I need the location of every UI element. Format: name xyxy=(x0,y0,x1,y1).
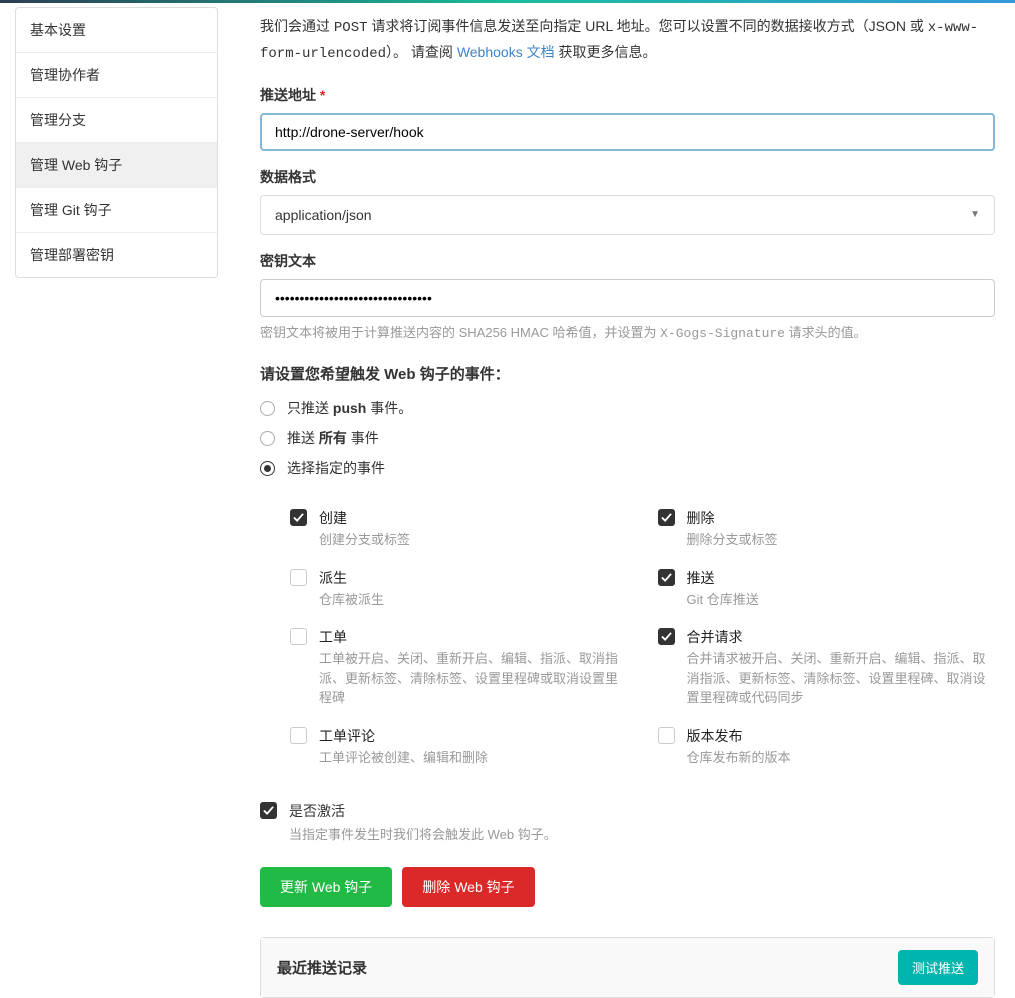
test-push-button[interactable]: 测试推送 xyxy=(898,950,978,985)
field-format: 数据格式 application/json ▼ xyxy=(260,167,995,235)
event-desc: Git 仓库推送 xyxy=(687,590,996,610)
webhooks-doc-link[interactable]: Webhooks 文档 xyxy=(457,44,555,60)
event-item: 删除删除分支或标签 xyxy=(658,508,996,550)
sidebar-item-deploykeys[interactable]: 管理部署密钥 xyxy=(16,233,217,277)
update-button[interactable]: 更新 Web 钩子 xyxy=(260,867,392,907)
event-desc: 工单被开启、关闭、重新开启、编辑、指派、取消指派、更新标签、清除标签、设置里程碑… xyxy=(319,649,628,708)
trigger-title: 请设置您希望触发 Web 钩子的事件： xyxy=(260,363,995,384)
sidebar-item-basic[interactable]: 基本设置 xyxy=(16,8,217,53)
event-title: 合并请求 xyxy=(687,627,996,647)
secret-label: 密钥文本 xyxy=(260,251,995,271)
event-item: 创建创建分支或标签 xyxy=(290,508,628,550)
event-desc: 创建分支或标签 xyxy=(319,530,628,550)
events-grid: 创建创建分支或标签删除删除分支或标签派生仓库被派生推送Git 仓库推送工单工单被… xyxy=(260,488,995,777)
sidebar-item-collaborators[interactable]: 管理协作者 xyxy=(16,53,217,98)
event-checkbox[interactable] xyxy=(290,569,307,586)
sidebar-item-webhooks[interactable]: 管理 Web 钩子 xyxy=(16,143,217,188)
event-desc: 合并请求被开启、关闭、重新开启、编辑、指派、取消指派、更新标签、清除标签、设置里… xyxy=(687,649,996,708)
event-checkbox[interactable] xyxy=(658,569,675,586)
history-title: 最近推送记录 xyxy=(277,957,367,978)
event-item: 派生仓库被派生 xyxy=(290,568,628,610)
sidebar: 基本设置 管理协作者 管理分支 管理 Web 钩子 管理 Git 钩子 管理部署… xyxy=(0,7,230,998)
field-secret: 密钥文本 密钥文本将被用于计算推送内容的 SHA256 HMAC 哈希值，并设置… xyxy=(260,251,995,344)
radio-icon xyxy=(260,461,275,476)
url-label: 推送地址 xyxy=(260,85,995,105)
radio-icon xyxy=(260,401,275,416)
event-checkbox[interactable] xyxy=(658,509,675,526)
event-title: 删除 xyxy=(687,508,996,528)
event-desc: 仓库被派生 xyxy=(319,590,628,610)
active-title: 是否激活 xyxy=(289,801,995,821)
format-label: 数据格式 xyxy=(260,167,995,187)
radio-custom[interactable]: 选择指定的事件 xyxy=(260,458,995,478)
radio-icon xyxy=(260,431,275,446)
event-checkbox[interactable] xyxy=(290,509,307,526)
field-url: 推送地址 xyxy=(260,85,995,151)
history-box: 最近推送记录 测试推送 xyxy=(260,937,995,998)
secret-input[interactable] xyxy=(260,279,995,317)
event-checkbox[interactable] xyxy=(658,628,675,645)
caret-down-icon: ▼ xyxy=(970,209,980,220)
event-checkbox[interactable] xyxy=(290,628,307,645)
active-desc: 当指定事件发生时我们将会触发此 Web 钩子。 xyxy=(289,824,995,843)
event-item: 工单评论工单评论被创建、编辑和删除 xyxy=(290,726,628,768)
event-title: 创建 xyxy=(319,508,628,528)
event-title: 工单 xyxy=(319,627,628,647)
event-title: 版本发布 xyxy=(687,726,996,746)
radio-push-only[interactable]: 只推送 push 事件。 xyxy=(260,398,995,418)
url-input[interactable] xyxy=(260,113,995,151)
button-row: 更新 Web 钩子 删除 Web 钩子 xyxy=(260,867,995,907)
format-select[interactable]: application/json ▼ xyxy=(260,195,995,235)
event-item: 版本发布仓库发布新的版本 xyxy=(658,726,996,768)
event-title: 推送 xyxy=(687,568,996,588)
event-checkbox[interactable] xyxy=(290,727,307,744)
main-content: 我们会通过 POST 请求将订阅事件信息发送至向指定 URL 地址。您可以设置不… xyxy=(230,7,1015,998)
event-desc: 删除分支或标签 xyxy=(687,530,996,550)
description-text: 我们会通过 POST 请求将订阅事件信息发送至向指定 URL 地址。您可以设置不… xyxy=(260,15,995,67)
active-checkbox[interactable] xyxy=(260,802,277,819)
active-row: 是否激活 当指定事件发生时我们将会触发此 Web 钩子。 xyxy=(260,801,995,843)
secret-help: 密钥文本将被用于计算推送内容的 SHA256 HMAC 哈希值，并设置为 X-G… xyxy=(260,323,995,344)
event-title: 工单评论 xyxy=(319,726,628,746)
event-checkbox[interactable] xyxy=(658,727,675,744)
event-desc: 工单评论被创建、编辑和删除 xyxy=(319,748,628,768)
event-item: 合并请求合并请求被开启、关闭、重新开启、编辑、指派、取消指派、更新标签、清除标签… xyxy=(658,627,996,708)
event-desc: 仓库发布新的版本 xyxy=(687,748,996,768)
sidebar-item-githooks[interactable]: 管理 Git 钩子 xyxy=(16,188,217,233)
delete-button[interactable]: 删除 Web 钩子 xyxy=(402,867,534,907)
format-value: application/json xyxy=(275,207,372,223)
sidebar-menu: 基本设置 管理协作者 管理分支 管理 Web 钩子 管理 Git 钩子 管理部署… xyxy=(15,7,218,278)
event-item: 推送Git 仓库推送 xyxy=(658,568,996,610)
radio-all[interactable]: 推送 所有 事件 xyxy=(260,428,995,448)
sidebar-item-branches[interactable]: 管理分支 xyxy=(16,98,217,143)
event-item: 工单工单被开启、关闭、重新开启、编辑、指派、取消指派、更新标签、清除标签、设置里… xyxy=(290,627,628,708)
event-title: 派生 xyxy=(319,568,628,588)
